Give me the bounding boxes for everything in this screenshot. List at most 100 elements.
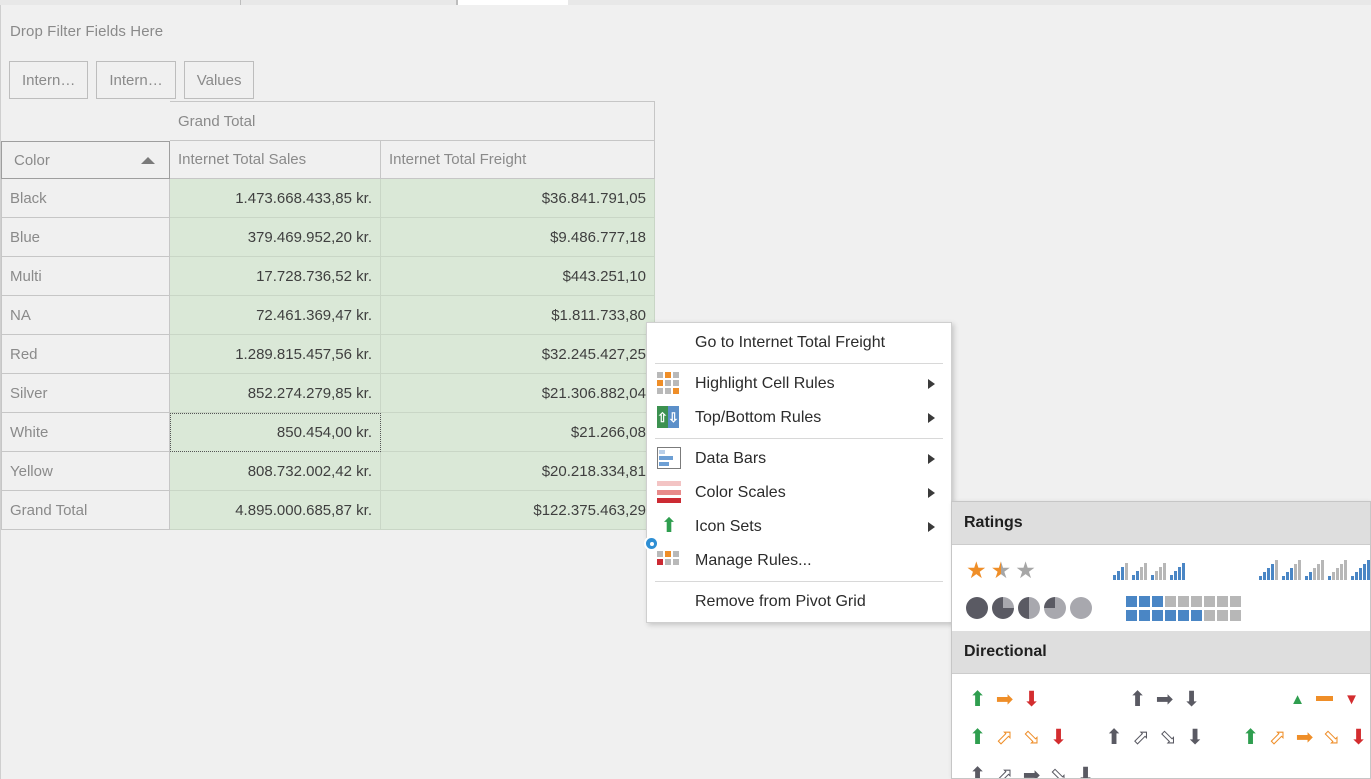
star-half-icon: ★ xyxy=(991,559,1012,582)
star-empty-icon: ★ xyxy=(1015,559,1036,582)
quarter-0-icon xyxy=(966,597,988,619)
row-header-grand-total[interactable]: Grand Total xyxy=(1,491,170,530)
cell-sales[interactable]: 808.732.002,42 kr. xyxy=(170,452,381,491)
arrow-up-gray-icon: ⬆ xyxy=(1103,727,1126,748)
cell-sales[interactable]: 852.274.279,85 kr. xyxy=(170,374,381,413)
arrow-up-right-orange-icon: ⬀ xyxy=(1266,727,1289,748)
field-buttons-row: Intern… Intern… Values xyxy=(9,61,254,99)
cell-sales[interactable]: 4.895.000.685,87 kr. xyxy=(170,491,381,530)
column-header-internet-total-freight[interactable]: Internet Total Freight xyxy=(381,141,655,179)
arrow-down-red-icon: ⬇ xyxy=(1347,727,1370,748)
row-header-na[interactable]: NA xyxy=(1,296,170,335)
row-header-blue[interactable]: Blue xyxy=(1,218,170,257)
menu-item-go-to-internet-total-freight[interactable]: Go to Internet Total Freight xyxy=(647,326,951,360)
cell-sales[interactable]: 17.728.736,52 kr. xyxy=(170,257,381,296)
sort-ascending-icon[interactable] xyxy=(141,157,155,164)
icon-set-3-arrows-colored[interactable]: ⬆ ➡ ⬇ xyxy=(966,689,1126,710)
arrow-right-gray-icon: ➡ xyxy=(1153,689,1176,710)
cell-freight[interactable]: $122.375.463,29 xyxy=(381,491,655,530)
table-row[interactable]: Yellow808.732.002,42 kr.$20.218.334,81 xyxy=(1,452,655,491)
cell-sales[interactable]: 379.469.952,20 kr. xyxy=(170,218,381,257)
menu-item-label: Color Scales xyxy=(695,484,786,502)
icon-set-3-arrows-gray[interactable]: ⬆ ➡ ⬇ xyxy=(1126,689,1286,710)
icon-set-row xyxy=(952,589,1370,627)
icon-set-3-stars[interactable]: ★ ★ ★ xyxy=(966,559,1113,582)
row-header-multi[interactable]: Multi xyxy=(1,257,170,296)
menu-item-data-bars[interactable]: Data Bars xyxy=(647,442,951,476)
menu-item-manage-rules[interactable]: Manage Rules... xyxy=(647,544,951,578)
cell-sales[interactable]: 850.454,00 kr. xyxy=(170,413,381,452)
cell-freight[interactable]: $1.811.733,80 xyxy=(381,296,655,335)
arrow-right-gray-icon: ➡ xyxy=(1020,765,1043,779)
icon-set-signal-bars-4[interactable] xyxy=(1113,560,1260,580)
submenu-arrow-icon xyxy=(928,488,935,498)
arrow-up-gray-icon: ⬆ xyxy=(1126,689,1149,710)
filter-drop-zone[interactable]: Drop Filter Fields Here xyxy=(10,23,163,40)
icon-set-filled-squares[interactable] xyxy=(1126,596,1286,621)
submenu-arrow-icon xyxy=(928,413,935,423)
menu-item-remove-from-pivot-grid[interactable]: Remove from Pivot Grid xyxy=(647,585,951,619)
conditional-formatting-context-menu[interactable]: Go to Internet Total Freight Highlight C… xyxy=(646,322,952,623)
signal-1-icon xyxy=(1259,560,1278,580)
cell-freight[interactable]: $20.218.334,81 xyxy=(381,452,655,491)
arrow-down-right-orange-icon: ⬂ xyxy=(1020,727,1043,748)
row-header-white[interactable]: White xyxy=(1,413,170,452)
arrow-down-right-gray-icon: ⬂ xyxy=(1157,727,1180,748)
icon-set-5-arrows-gray[interactable]: ⬆ ⬀ ➡ ⬂ ⬇ xyxy=(966,765,1126,779)
icon-set-group-body-directional: ⬆ ➡ ⬇ ⬆ ➡ ⬇ ▲ ▼ ⬆ ⬀ ⬂ ⬇ ⬆ xyxy=(952,674,1370,779)
cell-freight[interactable]: $36.841.791,05 xyxy=(381,179,655,218)
icon-set-3-triangles[interactable]: ▲ ▼ xyxy=(1286,690,1363,708)
menu-item-label: Manage Rules... xyxy=(695,552,812,570)
table-row[interactable]: Silver852.274.279,85 kr.$21.306.882,04 xyxy=(1,374,655,413)
quarter-4-icon xyxy=(1070,597,1092,619)
menu-item-highlight-cell-rules[interactable]: Highlight Cell Rules xyxy=(647,367,951,401)
arrow-right-orange-icon: ➡ xyxy=(1293,727,1316,748)
icon-sets-icon: ⬆ xyxy=(657,515,681,539)
row-header-black[interactable]: Black xyxy=(1,179,170,218)
cell-freight[interactable]: $9.486.777,18 xyxy=(381,218,655,257)
table-row[interactable]: Blue379.469.952,20 kr.$9.486.777,18 xyxy=(1,218,655,257)
icon-set-5-arrows-colored[interactable]: ⬆ ⬀ ➡ ⬂ ⬇ xyxy=(1239,727,1370,748)
menu-item-top-bottom-rules[interactable]: ⇧ ⇩ Top/Bottom Rules xyxy=(647,401,951,435)
icon-set-quarters-5[interactable] xyxy=(966,597,1126,619)
color-scales-icon xyxy=(657,481,681,505)
field-button-internet-total-sales[interactable]: Intern… xyxy=(9,61,88,99)
table-row[interactable]: Black1.473.668.433,85 kr.$36.841.791,05 xyxy=(1,179,655,218)
row-header-red[interactable]: Red xyxy=(1,335,170,374)
icon-set-4-arrows-gray[interactable]: ⬆ ⬀ ⬂ ⬇ xyxy=(1103,727,1240,748)
icon-set-4-arrows-colored[interactable]: ⬆ ⬀ ⬂ ⬇ xyxy=(966,727,1103,748)
row-field-color-header[interactable]: Color xyxy=(1,141,170,179)
row-header-silver[interactable]: Silver xyxy=(1,374,170,413)
column-header-internet-total-sales[interactable]: Internet Total Sales xyxy=(170,141,381,179)
row-header-yellow[interactable]: Yellow xyxy=(1,452,170,491)
pivot-grid: Grand Total Color Internet Total Sales I… xyxy=(1,101,655,530)
table-row[interactable]: Grand Total4.895.000.685,87 kr.$122.375.… xyxy=(1,491,655,530)
submenu-arrow-icon xyxy=(928,522,935,532)
cell-sales[interactable]: 72.461.369,47 kr. xyxy=(170,296,381,335)
cell-freight[interactable]: $21.266,08 xyxy=(381,413,655,452)
field-button-values[interactable]: Values xyxy=(184,61,255,99)
table-row[interactable]: White850.454,00 kr.$21.266,08 xyxy=(1,413,655,452)
signal-3-icon xyxy=(1151,560,1166,580)
submenu-arrow-icon xyxy=(928,454,935,464)
signal-5-icon xyxy=(1351,560,1370,580)
menu-item-label: Remove from Pivot Grid xyxy=(695,593,866,611)
table-row[interactable]: NA72.461.369,47 kr.$1.811.733,80 xyxy=(1,296,655,335)
cell-freight[interactable]: $32.245.427,25 xyxy=(381,335,655,374)
cell-sales[interactable]: 1.473.668.433,85 kr. xyxy=(170,179,381,218)
submenu-arrow-icon xyxy=(928,379,935,389)
icon-sets-submenu[interactable]: Ratings ★ ★ ★ xyxy=(951,501,1371,779)
menu-item-icon-sets[interactable]: ⬆ Icon Sets xyxy=(647,510,951,544)
menu-separator-2 xyxy=(655,438,943,439)
table-row[interactable]: Multi17.728.736,52 kr.$443.251,10 xyxy=(1,257,655,296)
quarter-1-icon xyxy=(992,597,1014,619)
cell-sales[interactable]: 1.289.815.457,56 kr. xyxy=(170,335,381,374)
column-band-grand-total[interactable]: Grand Total xyxy=(170,101,655,141)
cell-freight[interactable]: $21.306.882,04 xyxy=(381,374,655,413)
field-button-internet-total-freight[interactable]: Intern… xyxy=(96,61,175,99)
icon-set-signal-bars-5[interactable] xyxy=(1259,560,1370,580)
cell-freight[interactable]: $443.251,10 xyxy=(381,257,655,296)
menu-item-color-scales[interactable]: Color Scales xyxy=(647,476,951,510)
table-row[interactable]: Red1.289.815.457,56 kr.$32.245.427,25 xyxy=(1,335,655,374)
icon-set-group-body-ratings: ★ ★ ★ xyxy=(952,545,1370,631)
